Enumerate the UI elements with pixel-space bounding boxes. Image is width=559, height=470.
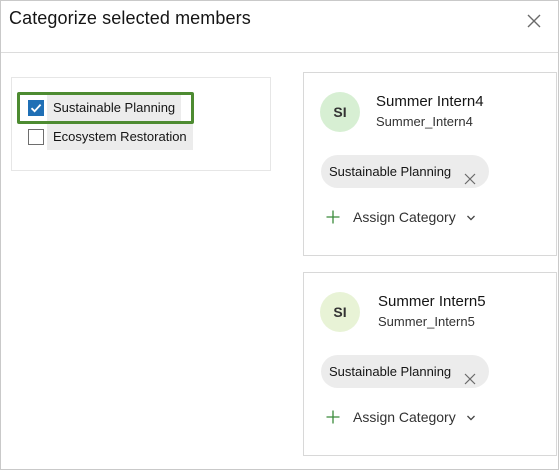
dialog-header: Categorize selected members	[1, 1, 558, 53]
category-chip: Sustainable Planning	[321, 355, 490, 388]
category-checkbox-sustainable-planning[interactable]	[28, 100, 44, 116]
chevron-down-icon	[465, 411, 477, 423]
category-checkbox-ecosystem-restoration[interactable]	[28, 129, 44, 145]
member-name: Summer Intern4	[376, 93, 484, 110]
plus-icon	[325, 409, 341, 425]
avatar: SI	[320, 292, 360, 332]
member-username: Summer_Intern5	[378, 314, 475, 329]
close-button[interactable]	[524, 11, 544, 31]
plus-icon	[325, 209, 341, 225]
avatar: SI	[320, 92, 360, 132]
assign-category-label: Assign Category	[353, 209, 456, 225]
chip-remove-button[interactable]	[463, 165, 477, 185]
close-icon	[464, 173, 476, 185]
category-label[interactable]: Ecosystem Restoration	[47, 124, 193, 150]
close-icon	[464, 373, 476, 385]
checkmark-icon	[30, 103, 42, 113]
close-icon	[527, 14, 541, 28]
category-label[interactable]: Sustainable Planning	[47, 95, 182, 121]
member-card: SI Summer Intern4 Summer_Intern4 Sustain…	[303, 72, 557, 256]
chevron-down-icon	[465, 211, 477, 223]
categorize-dialog: Categorize selected members Sustainable …	[0, 0, 559, 470]
assign-category-button[interactable]: Assign Category	[325, 206, 477, 228]
dialog-title: Categorize selected members	[9, 8, 251, 28]
member-username: Summer_Intern4	[376, 114, 473, 129]
chip-remove-button[interactable]	[463, 365, 477, 385]
chip-label: Sustainable Planning	[329, 364, 452, 379]
category-tree: Sustainable Planning Ecosystem Restorati…	[11, 77, 271, 171]
member-card: SI Summer Intern5 Summer_Intern5 Sustain…	[303, 272, 557, 456]
member-name: Summer Intern5	[378, 293, 486, 310]
chip-label: Sustainable Planning	[329, 164, 452, 179]
assign-category-label: Assign Category	[353, 409, 456, 425]
assign-category-button[interactable]: Assign Category	[325, 406, 477, 428]
category-chip: Sustainable Planning	[321, 155, 490, 188]
